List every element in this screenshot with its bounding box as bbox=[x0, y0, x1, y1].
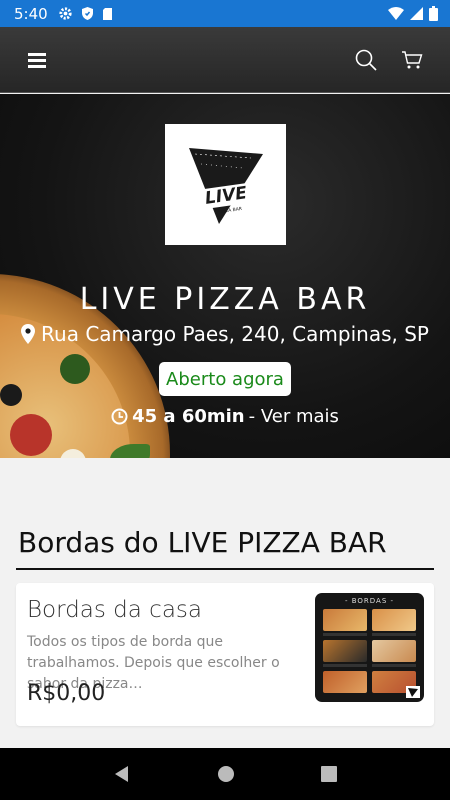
status-system-icons bbox=[388, 6, 438, 21]
store-hero: LIVE PIZZA BAR LIVE PIZZA BAR Rua Camarg… bbox=[0, 94, 450, 458]
thumbnail-logo-icon bbox=[406, 686, 420, 698]
address-text: Rua Camargo Paes, 240, Campinas, SP bbox=[41, 322, 429, 346]
battery-icon bbox=[429, 6, 438, 21]
wifi-icon bbox=[388, 7, 404, 20]
product-title: Bordas da casa bbox=[27, 597, 202, 623]
thumbnail-header: - BORDAS - bbox=[344, 597, 395, 605]
open-status-badge: Aberto agora bbox=[159, 362, 291, 396]
menu-button[interactable] bbox=[18, 40, 58, 80]
store-logo: LIVE PIZZA BAR bbox=[165, 124, 286, 245]
delivery-time: 45 a 60min bbox=[132, 406, 245, 427]
sd-card-icon bbox=[102, 7, 112, 20]
section-title: Bordas do LIVE PIZZA BAR bbox=[18, 526, 387, 559]
delivery-info[interactable]: 45 a 60min - Ver mais bbox=[0, 406, 450, 427]
shield-icon bbox=[81, 7, 93, 20]
settings-gear-icon bbox=[59, 7, 72, 20]
cart-icon bbox=[402, 50, 423, 68]
status-notification-icons bbox=[58, 6, 113, 21]
store-name: LIVE PIZZA BAR bbox=[79, 282, 371, 317]
live-pizza-bar-logo-icon: LIVE PIZZA BAR bbox=[188, 147, 263, 224]
see-more-link[interactable]: - Ver mais bbox=[249, 406, 339, 427]
cart-button[interactable] bbox=[392, 40, 432, 80]
recents-icon[interactable] bbox=[321, 766, 337, 782]
product-price: R$0,00 bbox=[27, 681, 106, 706]
status-bar: 5:40 bbox=[0, 0, 450, 27]
product-thumbnail: - BORDAS - bbox=[315, 593, 424, 702]
clock-icon bbox=[111, 408, 128, 425]
app-bar bbox=[0, 27, 450, 93]
store-address: Rua Camargo Paes, 240, Campinas, SP bbox=[0, 322, 450, 346]
back-icon[interactable] bbox=[113, 765, 131, 783]
location-pin-icon bbox=[21, 324, 36, 344]
system-navigation-bar bbox=[0, 748, 450, 800]
section-divider bbox=[16, 568, 434, 570]
status-time: 5:40 bbox=[14, 4, 48, 23]
search-button[interactable] bbox=[346, 40, 386, 80]
signal-icon bbox=[410, 7, 423, 20]
search-icon bbox=[355, 49, 377, 71]
hamburger-menu-icon bbox=[28, 52, 46, 68]
home-icon[interactable] bbox=[217, 765, 235, 783]
product-card[interactable]: Bordas da casa Todos os tipos de borda q… bbox=[16, 583, 434, 726]
